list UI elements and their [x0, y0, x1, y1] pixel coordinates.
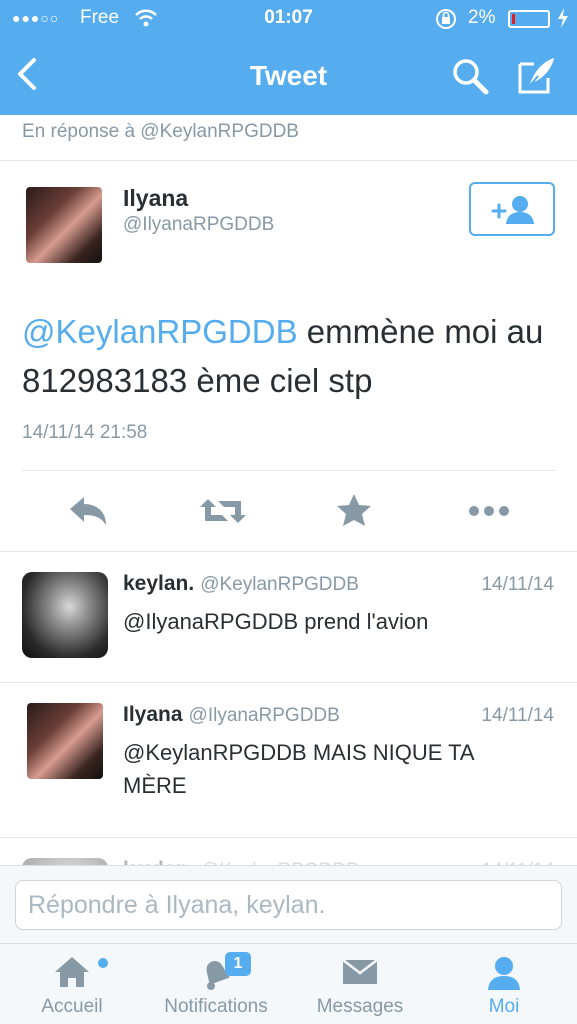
tweet-timestamp: 14/11/14 21:58 — [22, 422, 148, 443]
page-title: Tweet — [249, 60, 328, 91]
reply-date: 14/11/14 — [481, 705, 554, 726]
reply-author-name: Ilyana — [123, 703, 183, 726]
more-icon[interactable] — [466, 491, 510, 531]
status-bar: ●●●○○ Free 01:07 2% — [0, 0, 577, 38]
replies-list: keylan. @KeylanRPGDDB 14/11/14 @IlyanaRPG… — [0, 551, 577, 878]
new-content-dot — [98, 958, 108, 968]
home-icon — [52, 954, 92, 996]
retweet-icon[interactable] — [198, 491, 246, 531]
tab-home-label: Accueil — [41, 996, 103, 1017]
tab-messages[interactable]: Messages — [300, 944, 420, 1024]
person-icon — [484, 954, 524, 998]
envelope-icon — [340, 954, 380, 994]
favorite-icon[interactable] — [334, 491, 378, 531]
in-reply-to-label[interactable]: En réponse à @KeylanRPGDDB — [0, 115, 577, 161]
reply-text: @IlyanaRPGDDB prend l'avion — [123, 609, 429, 634]
avatar[interactable] — [22, 572, 108, 658]
add-user-icon — [491, 196, 534, 224]
tab-notifications-label: Notifications — [164, 996, 268, 1017]
reply-author: Ilyana @IlyanaRPGDDB — [123, 703, 340, 727]
tab-messages-label: Messages — [316, 996, 404, 1017]
reply-author-handle: @IlyanaRPGDDB — [188, 705, 340, 726]
tab-bar: Accueil 1 Notifications Messages Moi — [0, 943, 577, 1024]
rotation-lock-icon — [434, 8, 458, 36]
author-handle[interactable]: @IlyanaRPGDDB — [123, 214, 274, 236]
follow-button[interactable] — [469, 182, 555, 236]
reply-text: @KeylanRPGDDB MAIS NIQUE TA MÈRE — [123, 740, 474, 798]
list-item[interactable]: keylan. @KeylanRPGDDB 14/11/14 @IlyanaRPG… — [0, 552, 577, 683]
reply-input[interactable] — [15, 880, 562, 930]
tweet-text: @KeylanRPGDDB emmène moi au 812983183 èm… — [22, 307, 562, 405]
tab-notifications[interactable]: 1 Notifications — [146, 944, 286, 1024]
tweet-mention[interactable]: @KeylanRPGDDB — [22, 313, 298, 350]
avatar[interactable] — [26, 187, 102, 263]
reply-author-name: keylan. — [123, 572, 195, 595]
tab-me-label: Moi — [488, 996, 520, 1017]
search-icon[interactable] — [450, 56, 490, 96]
reply-author: keylan.@KeylanRPGDDB — [123, 572, 359, 596]
battery-icon — [508, 10, 550, 28]
avatar[interactable] — [27, 703, 103, 779]
main-tweet: Ilyana @IlyanaRPGDDB @KeylanRPGDDB emmèn… — [0, 161, 577, 551]
tab-home[interactable]: Accueil — [12, 944, 132, 1024]
reply-icon[interactable] — [66, 491, 110, 531]
tab-me[interactable]: Moi — [444, 944, 564, 1024]
reply-composer — [0, 865, 577, 943]
battery-percent: 2% — [468, 7, 496, 28]
reply-date: 14/11/14 — [481, 574, 554, 595]
battery-fill — [512, 14, 515, 24]
compose-icon[interactable] — [516, 54, 558, 96]
top-bar: ●●●○○ Free 01:07 2% Tweet — [0, 0, 577, 115]
notification-badge: 1 — [225, 952, 251, 976]
navigation-bar: Tweet — [0, 38, 577, 115]
list-item[interactable]: Ilyana @IlyanaRPGDDB 14/11/14 @KeylanRPGD… — [0, 683, 577, 838]
reply-author-handle: @KeylanRPGDDB — [200, 574, 359, 595]
divider — [22, 470, 555, 471]
author-name[interactable]: Ilyana — [123, 185, 188, 212]
charging-bolt-icon — [556, 7, 570, 35]
